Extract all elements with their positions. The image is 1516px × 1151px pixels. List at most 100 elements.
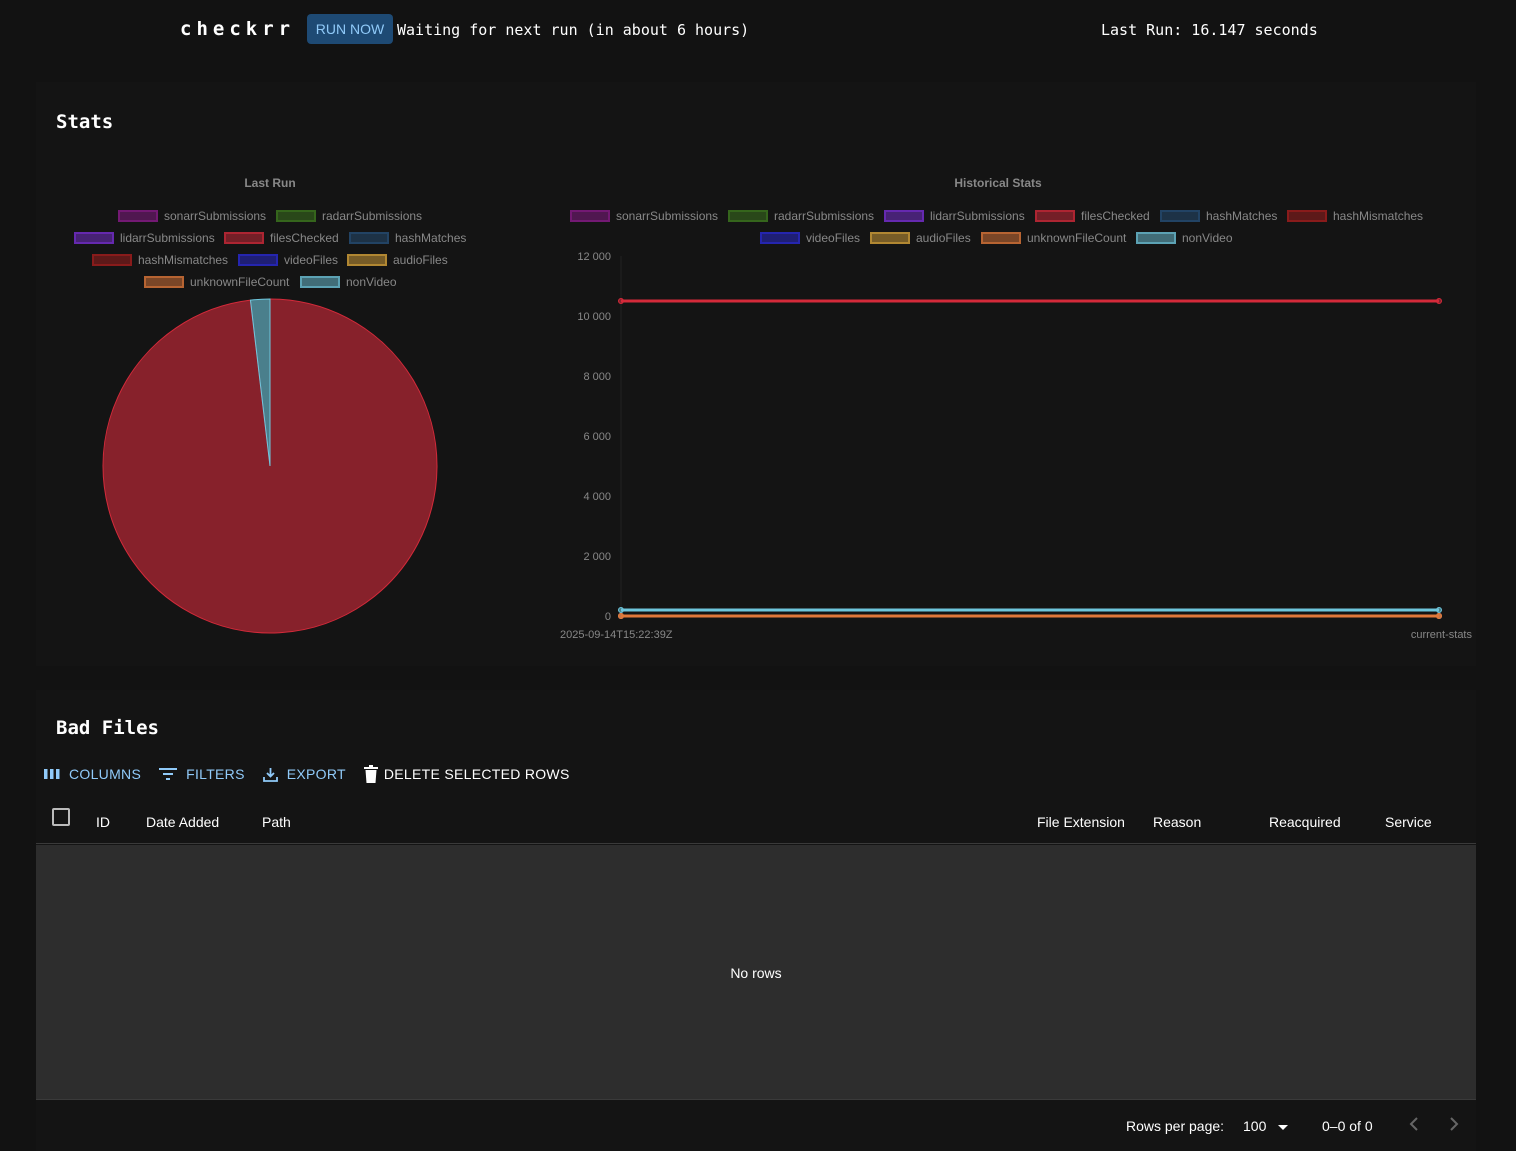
filters-label: FILTERS (186, 766, 245, 782)
bad-files-panel: Bad Files COLUMNS FILTERS EXPORT DELETE … (36, 690, 1476, 1151)
legend-item-radarrSubmissions[interactable]: radarrSubmissions (276, 209, 422, 223)
grid-header: ID Date Added Path File Extension Reason… (36, 800, 1476, 844)
filter-icon (159, 768, 178, 780)
grid-body: No rows (36, 845, 1476, 1100)
y-tick-label: 10 000 (577, 311, 611, 323)
export-button[interactable]: EXPORT (262, 766, 346, 782)
previous-page-icon[interactable] (1408, 1116, 1420, 1135)
columns-icon (44, 768, 60, 780)
legend-label: hashMatches (395, 231, 467, 245)
columns-label: COLUMNS (69, 766, 142, 782)
stats-panel: Stats Last Run Historical Stats sonarrSu… (36, 82, 1476, 666)
last-run-duration: Last Run: 16.147 seconds (1101, 21, 1318, 39)
legend-item-radarrSubmissions[interactable]: radarrSubmissions (728, 209, 874, 223)
y-tick-label: 12 000 (577, 251, 611, 263)
stats-title: Stats (56, 111, 114, 133)
legend-swatch (74, 232, 114, 244)
rows-per-page-select[interactable]: 100 (1243, 1118, 1289, 1134)
pagination-range: 0–0 of 0 (1322, 1118, 1373, 1134)
app-logo: checkrr (180, 18, 296, 40)
legend-label: hashMismatches (1333, 209, 1424, 223)
column-header-file-extension[interactable]: File Extension (1037, 814, 1125, 830)
filters-button[interactable]: FILTERS (159, 766, 245, 782)
legend-item-hashMismatches[interactable]: hashMismatches (1287, 209, 1423, 223)
legend-swatch (1160, 210, 1200, 222)
legend-item-lidarrSubmissions[interactable]: lidarrSubmissions (74, 231, 215, 245)
legend-label: filesChecked (1081, 209, 1150, 223)
legend-label: filesChecked (270, 231, 339, 245)
y-tick-label: 8 000 (583, 371, 611, 383)
legend-swatch (884, 210, 924, 222)
column-header-reason[interactable]: Reason (1153, 814, 1201, 830)
legend-swatch (92, 254, 132, 266)
legend-item-sonarrSubmissions[interactable]: sonarrSubmissions (118, 209, 266, 223)
legend-item-videoFiles[interactable]: videoFiles (238, 253, 338, 267)
legend-swatch (238, 254, 278, 266)
next-page-icon[interactable] (1448, 1116, 1460, 1135)
rows-per-page-value: 100 (1243, 1118, 1267, 1134)
legend-swatch (349, 232, 389, 244)
legend-item-hashMatches[interactable]: hashMatches (1160, 209, 1277, 223)
column-header-path[interactable]: Path (262, 814, 291, 830)
legend-item-filesChecked[interactable]: filesChecked (224, 231, 339, 245)
y-tick-label: 2 000 (583, 551, 611, 563)
last-run-pie-chart (102, 298, 438, 634)
x-tick-label: 2025-09-14T15:22:39Z (560, 629, 673, 641)
legend-label: lidarrSubmissions (930, 209, 1025, 223)
legend-item-sonarrSubmissions[interactable]: sonarrSubmissions (570, 209, 718, 223)
next-run-status: Waiting for next run (in about 6 hours) (397, 21, 750, 39)
legend-label: audioFiles (393, 253, 448, 267)
legend-label: hashMismatches (138, 253, 229, 267)
column-header-date-added[interactable]: Date Added (146, 814, 219, 830)
column-header-reacquired[interactable]: Reacquired (1269, 814, 1341, 830)
legend-label: radarrSubmissions (322, 209, 423, 223)
legend-swatch (276, 210, 316, 222)
historical-chart-title: Historical Stats (954, 176, 1042, 190)
legend-label: hashMatches (1206, 209, 1278, 223)
empty-message: No rows (730, 965, 782, 981)
grid-footer: Rows per page: 100 0–0 of 0 (36, 1110, 1476, 1144)
dropdown-arrow-icon (1278, 1124, 1289, 1130)
run-now-button[interactable]: RUN NOW (307, 14, 393, 44)
trash-icon (363, 765, 378, 783)
export-label: EXPORT (286, 766, 346, 782)
legend-label: sonarrSubmissions (616, 209, 719, 223)
historical-line-chart: 0 2 000 4 000 6 000 8 000 10 000 12 000 2025-09… (560, 251, 1473, 641)
y-tick-label: 4 000 (583, 491, 611, 503)
data-point-unknownFileCount[interactable] (618, 613, 624, 619)
download-icon (262, 767, 278, 782)
column-header-id[interactable]: ID (96, 814, 110, 830)
rows-per-page-label: Rows per page: (1126, 1118, 1225, 1134)
legend-swatch (347, 254, 387, 266)
data-point-filesChecked[interactable] (618, 298, 624, 304)
grid-toolbar: COLUMNS FILTERS EXPORT DELETE SELECTED R… (44, 764, 588, 784)
data-point-unknownFileCount[interactable] (1436, 613, 1442, 619)
legend-item-audioFiles[interactable]: audioFiles (347, 253, 448, 267)
legend-item-filesChecked[interactable]: filesChecked (1035, 209, 1150, 223)
legend-label: sonarrSubmissions (164, 209, 267, 223)
last-run-chart-title: Last Run (244, 176, 296, 190)
x-tick-label: current-stats (1411, 629, 1473, 641)
legend-swatch (728, 210, 768, 222)
delete-label: DELETE SELECTED ROWS (383, 766, 570, 782)
legend-label: radarrSubmissions (774, 209, 875, 223)
data-point-nonVideo[interactable] (618, 607, 624, 613)
legend-item-hashMismatches[interactable]: hashMismatches (92, 253, 228, 267)
data-point-filesChecked[interactable] (1436, 298, 1442, 304)
column-header-service[interactable]: Service (1385, 814, 1432, 830)
y-tick-label: 0 (605, 611, 611, 623)
legend-swatch (1287, 210, 1327, 222)
legend-label: lidarrSubmissions (120, 231, 215, 245)
legend-swatch (1035, 210, 1075, 222)
legend-swatch (118, 210, 158, 222)
delete-selected-button[interactable]: DELETE SELECTED ROWS (363, 765, 570, 783)
legend-swatch (224, 232, 264, 244)
legend-label: videoFiles (284, 253, 339, 267)
legend-item-hashMatches[interactable]: hashMatches (349, 231, 466, 245)
top-bar: checkrr RUN NOW Waiting for next run (in… (0, 0, 1516, 60)
legend-swatch (570, 210, 610, 222)
legend-item-lidarrSubmissions[interactable]: lidarrSubmissions (884, 209, 1025, 223)
bad-files-title: Bad Files (56, 717, 159, 739)
data-point-nonVideo[interactable] (1436, 607, 1442, 613)
columns-button[interactable]: COLUMNS (44, 766, 141, 782)
